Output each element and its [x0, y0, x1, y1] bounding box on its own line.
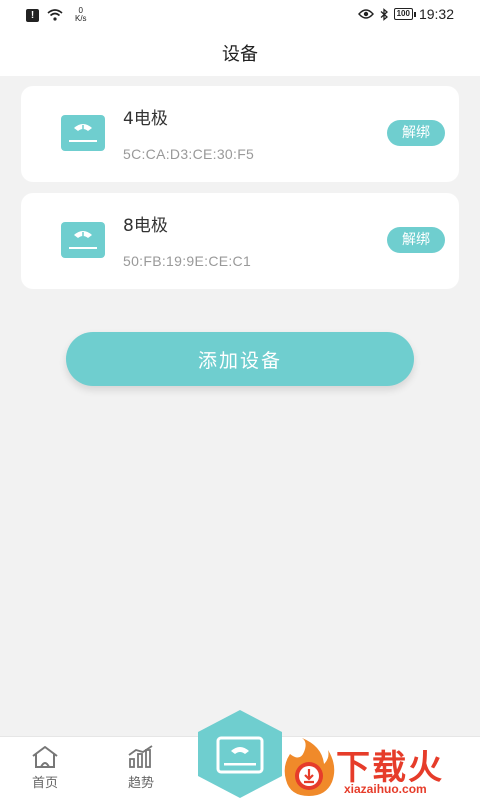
tab-home[interactable]: 首页 [30, 745, 60, 791]
unbind-button[interactable]: 解绑 [387, 120, 445, 146]
flame-logo-icon [284, 738, 335, 796]
tab-device[interactable] [196, 708, 284, 800]
device-card[interactable]: 4电极 5C:CA:D3:CE:30:F5 解绑 [21, 86, 459, 182]
page-title: 设备 [222, 44, 258, 65]
status-bar: ! 0 K/s 100 19:32 [0, 0, 480, 30]
scale-device-icon [61, 115, 105, 151]
device-mac-address: 5C:CA:D3:CE:30:F5 [123, 146, 255, 162]
device-name: 4电极 [123, 109, 168, 129]
tab-trend[interactable]: 趋势 [126, 745, 156, 791]
device-card[interactable]: 8电极 50:FB:19:9E:CE:C1 解绑 [21, 193, 459, 289]
eye-icon [357, 9, 374, 19]
alert-icon: ! [26, 8, 39, 22]
header: 设备 [0, 30, 480, 76]
wifi-icon [47, 9, 63, 21]
status-right: 100 19:32 [357, 6, 454, 22]
watermark-site: xiazaihuo.com [344, 782, 427, 796]
trend-chart-icon [128, 745, 153, 768]
tab-trend-label: 趋势 [127, 776, 154, 791]
status-left: ! 0 K/s [26, 7, 87, 23]
battery-icon: 100 [393, 8, 417, 20]
status-time: 19:32 [418, 6, 454, 22]
net-speed: 0 K/s [75, 7, 87, 23]
device-name: 8电极 [123, 216, 168, 236]
watermark: 下载火 xiazaihuo.com [282, 736, 478, 800]
home-icon [32, 746, 58, 768]
net-speed-unit: K/s [75, 14, 87, 23]
device-mac-address: 50:FB:19:9E:CE:C1 [123, 253, 252, 269]
tab-home-label: 首页 [31, 776, 58, 791]
add-device-button[interactable]: 添加设备 [66, 332, 414, 386]
unbind-button[interactable]: 解绑 [387, 227, 445, 253]
bluetooth-icon [380, 7, 388, 21]
scale-device-icon [61, 222, 105, 258]
